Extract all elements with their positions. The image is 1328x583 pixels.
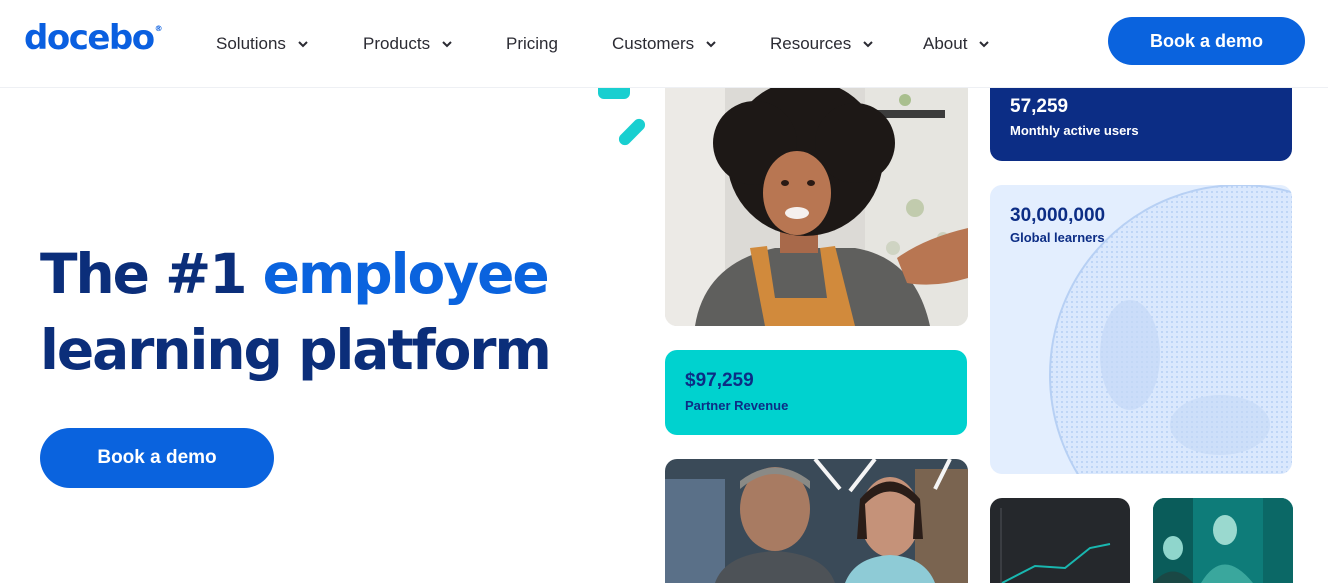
hero-title-line-1: The #1 employee xyxy=(40,236,550,312)
hero-title-line-2: learning platform xyxy=(40,318,552,382)
registered-mark: ® xyxy=(154,24,163,33)
globe-illustration xyxy=(1049,185,1292,474)
hero-title-accent: employee xyxy=(262,242,550,306)
stat-card-monthly-users: 57,259 Monthly active users xyxy=(990,88,1292,161)
nav-label: About xyxy=(923,34,968,53)
stat-card-global-learners: 30,000,000 Global learners xyxy=(990,185,1292,474)
monthly-users-label: Monthly active users xyxy=(1010,123,1139,138)
monthly-users-value: 57,259 xyxy=(1010,96,1069,117)
chevron-down-icon xyxy=(706,41,716,48)
chevron-down-icon xyxy=(863,41,873,48)
book-demo-hero-button[interactable]: Book a demo xyxy=(40,428,274,488)
decorative-dash xyxy=(598,88,630,99)
chart-preview-card xyxy=(990,498,1130,583)
site-header: docebo® Solutions Products Pricing Custo… xyxy=(0,0,1328,88)
nav-label: Resources xyxy=(770,34,852,53)
stat-card-partner-revenue: $97,259 Partner Revenue xyxy=(665,350,967,435)
nav-pricing[interactable]: Pricing xyxy=(506,0,558,88)
teal-team-photo xyxy=(1153,498,1293,583)
trend-line-icon xyxy=(1000,508,1111,583)
docebo-logo[interactable]: docebo® xyxy=(24,18,163,58)
nav-about[interactable]: About xyxy=(923,0,991,88)
nav-label: Customers xyxy=(612,34,695,53)
hero-title-part1: The #1 xyxy=(40,242,247,306)
logo-text: docebo xyxy=(24,18,155,58)
nav-resources[interactable]: Resources xyxy=(770,0,875,88)
chevron-down-icon xyxy=(979,41,990,48)
photo-card-store-staff xyxy=(665,459,968,583)
nav-label: Products xyxy=(363,34,431,53)
partner-revenue-label: Partner Revenue xyxy=(685,398,789,413)
decorative-dash xyxy=(616,116,648,148)
chevron-down-icon xyxy=(442,41,452,48)
nav-label: Solutions xyxy=(216,34,286,53)
store-staff-photo xyxy=(665,459,968,583)
book-demo-header-button[interactable]: Book a demo xyxy=(1108,17,1305,65)
nav-products[interactable]: Products xyxy=(363,0,454,88)
photo-card-woman xyxy=(665,88,968,326)
nav-label: Pricing xyxy=(506,34,558,53)
hero-title: The #1 employee learning platform xyxy=(40,236,552,388)
woman-photo xyxy=(665,88,968,326)
partner-revenue-value: $97,259 xyxy=(685,370,754,391)
photo-card-teal xyxy=(1153,498,1293,583)
nav-solutions[interactable]: Solutions xyxy=(216,0,310,88)
nav-customers[interactable]: Customers xyxy=(612,0,718,88)
chevron-down-icon xyxy=(298,41,308,48)
